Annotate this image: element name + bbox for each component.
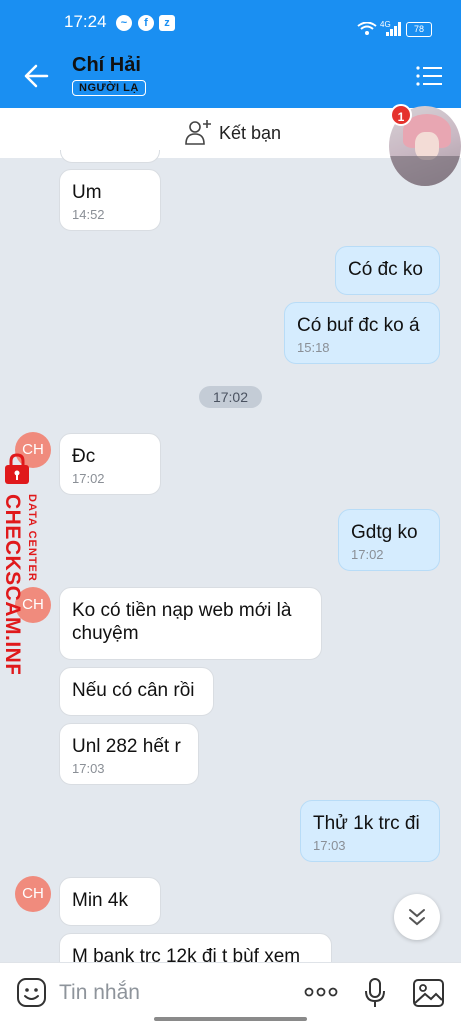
image-picker-icon[interactable] [412,978,445,1008]
message-text: Có buf đc ko á [297,315,420,336]
signal-icon [386,22,401,36]
message-text: Unl 282 hết r [72,736,181,757]
scroll-down-button[interactable] [394,894,440,940]
message-text: Min 4k [72,890,128,911]
contact-name[interactable]: Chí Hải [72,54,141,77]
stranger-badge: NGƯỜI LẠ [72,80,146,96]
messenger-icon: ~ [116,15,132,31]
message-time: 17:02 [72,471,105,486]
shadow-shape [389,156,461,186]
menu-list-icon[interactable] [416,66,442,86]
message-bubble[interactable]: Min 4k [59,877,161,926]
more-options-icon[interactable] [304,985,338,999]
message-bubble[interactable]: Có buf đc ko á 15:18 [284,302,440,364]
home-indicator [154,1017,307,1021]
message-time: 17:02 [351,547,384,562]
message-bubble[interactable]: Unl 282 hết r 17:03 [59,723,199,785]
add-friend-icon [185,120,211,145]
message-text: Nếu có cân rồi [72,680,195,701]
message-text: Ko có tiền nạp web mới là chuyệm [72,600,292,644]
message-bubble[interactable]: Gdtg ko 17:02 [338,509,440,571]
microphone-icon[interactable] [364,977,386,1009]
message-text: Có đc ko [348,259,423,280]
message-bubble[interactable]: Nếu có cân rồi [59,667,214,716]
message-time: 15:18 [297,340,330,355]
message-time: 17:03 [72,761,105,776]
status-time: 17:24 [64,12,107,31]
watermark-subtitle: DATA CENTER [26,494,38,582]
battery-indicator: 78 [406,22,432,37]
message-text: Đc [72,446,96,467]
time-divider: 17:02 [199,386,262,408]
message-bubble[interactable]: Đc 17:02 [59,433,161,495]
notification-badge: 1 [390,104,412,126]
message-bubble[interactable]: Có đc ko [335,246,440,295]
wifi-icon [357,22,377,35]
message-text: Thử 1k trc đi [313,813,420,834]
watermark-logo: CHECKSCAM.INFO [2,494,24,674]
svg-text:CHECKSCAM.INFO: CHECKSCAM.INFO [2,494,24,674]
lock-icon [5,453,29,484]
zalo-icon: z [159,15,175,31]
message-bubble[interactable]: Thử 1k trc đi 17:03 [300,800,440,862]
double-chevron-down-icon [409,909,425,926]
message-bubble[interactable]: Ko có tiền nạp web mới là chuyệm [59,587,322,660]
sticker-icon[interactable] [16,977,47,1008]
facebook-icon: f [138,15,154,31]
message-input[interactable]: Tin nhắn [59,981,140,1005]
message-text: Gdtg ko [351,522,418,543]
message-text: Um [72,182,102,203]
chat-header [0,46,461,108]
contact-avatar[interactable]: CH [15,876,51,912]
add-friend-label[interactable]: Kết bạn [219,123,281,144]
message-time: 14:52 [72,207,105,222]
message-time: 17:03 [313,838,346,853]
message-bubble[interactable]: Um 14:52 [59,169,161,231]
previous-message-edge [60,150,160,163]
svg-text:DATA CENTER: DATA CENTER [26,494,38,582]
back-arrow-icon[interactable] [22,62,50,90]
